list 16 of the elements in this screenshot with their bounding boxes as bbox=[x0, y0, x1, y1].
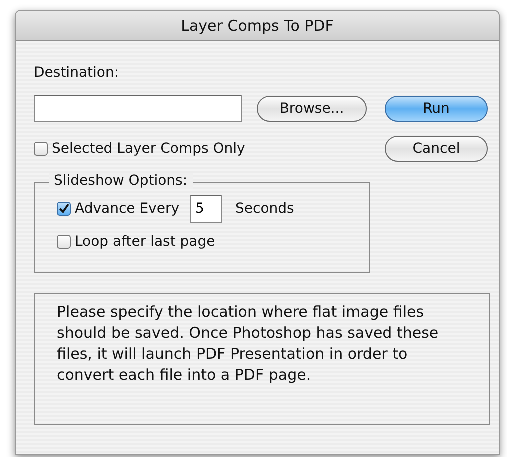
cancel-button[interactable]: Cancel bbox=[385, 136, 488, 162]
description-text: Please specify the location where flat image files should be saved. Once Photoshop has saved these files, it will launch PDF Presentation in order to convert each file into a PDF page. bbox=[57, 302, 440, 386]
unit-label: Seconds bbox=[236, 201, 294, 217]
window-title: Layer Comps To PDF bbox=[181, 16, 334, 34]
checkbox-label: Loop after last page bbox=[75, 234, 216, 250]
destination-field[interactable] bbox=[34, 95, 242, 122]
checkbox-label: Selected Layer Comps Only bbox=[52, 141, 246, 157]
group-legend: Slideshow Options: bbox=[49, 173, 193, 189]
checkbox[interactable] bbox=[57, 202, 71, 216]
run-button[interactable]: Run bbox=[385, 96, 488, 122]
checkbox-label: Advance Every bbox=[75, 201, 180, 217]
seconds-field[interactable]: 5 bbox=[190, 195, 222, 223]
browse-button[interactable]: Browse... bbox=[257, 96, 367, 122]
checkbox[interactable] bbox=[57, 235, 71, 249]
checkbox[interactable] bbox=[34, 142, 48, 156]
destination-label: Destination: bbox=[34, 65, 120, 81]
